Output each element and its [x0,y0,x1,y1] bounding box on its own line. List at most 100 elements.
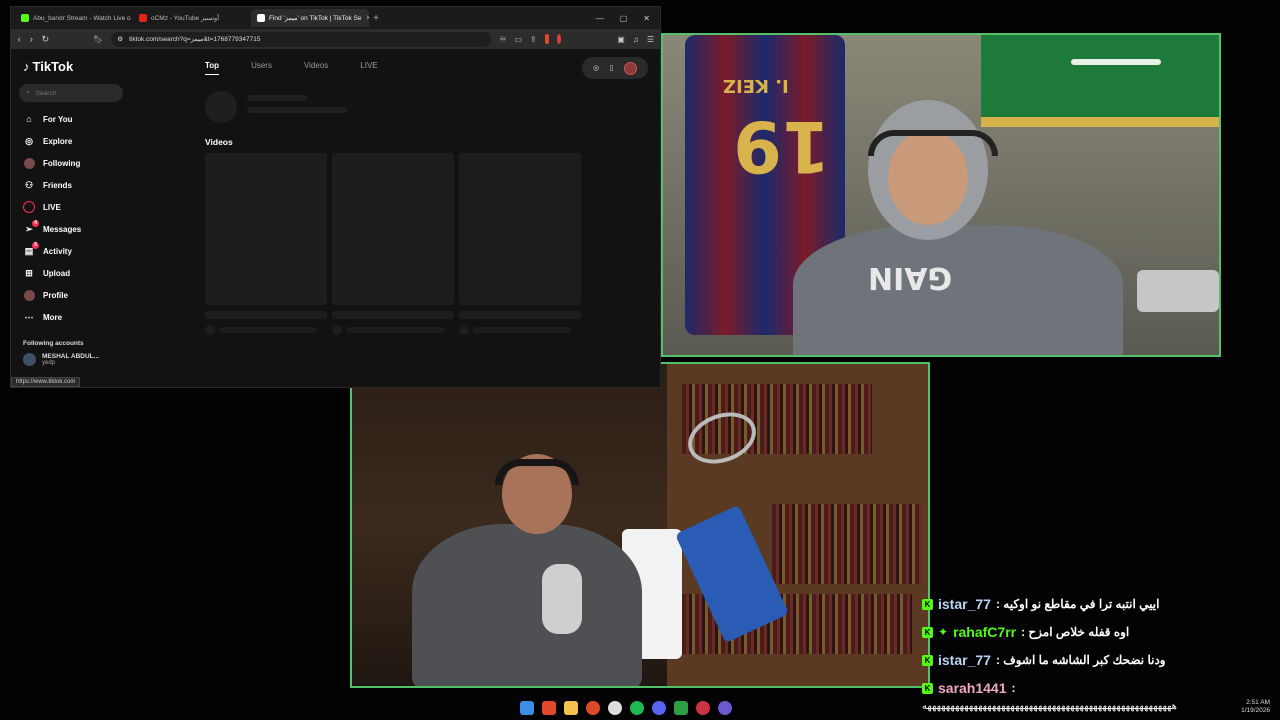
share-icon[interactable]: ⇪ [530,35,537,44]
sidebar-item-live[interactable]: LIVE [23,196,128,218]
person-hoodie [793,225,1123,355]
sidebar-item-more[interactable]: ⋯ More [23,306,128,328]
kick-badge-icon: K [922,654,933,666]
record-icon[interactable] [696,701,710,715]
tab-live[interactable]: LIVE [360,61,377,75]
chat-text: اوه قفله خلاص امزح : [1021,625,1130,639]
tab-users[interactable]: Users [251,61,272,75]
search-box[interactable]: ⌕ [19,84,123,102]
video-card-placeholder[interactable] [205,153,327,335]
sidebar-item-explore[interactable]: ◎ Explore [23,130,128,152]
sidebar-icon[interactable]: ▣ [617,35,625,44]
sidebar-item-activity[interactable]: ▤ 5 Activity [23,240,128,262]
sidebar-item-following[interactable]: Following [23,152,128,174]
sidebar-item-label: Activity [43,246,72,256]
brave-nightly-icon[interactable] [586,701,600,715]
sidebar-item-label: More [43,312,63,322]
chat-overlay: Kistar_77 اييي انتبه ترا في مقاطع نو اوكي… [922,590,1222,702]
brave-icon[interactable] [542,701,556,715]
browser-tab-tiktok[interactable]: Find 'ميمز' on TikTok | TikTok Se ✕ [251,9,369,27]
chat-message: Kistar_77 اييي انتبه ترا في مقاطع نو اوكي… [922,590,1222,618]
messages-icon: ➢ 4 [25,220,39,234]
bookmark-icon[interactable]: 🔖︎ [93,35,103,44]
kick-badge-icon: K [922,626,933,638]
browser-tab-youtube[interactable]: oCMz - YouTube أوتسبز [133,9,251,27]
obs-icon[interactable] [718,701,732,715]
chat-username[interactable]: istar_77 [938,652,991,668]
videos-section-label: Videos [205,137,233,147]
brave-rewards-icon[interactable] [556,34,562,44]
browser-tab-kick[interactable]: Abu_bandr Stream - Watch Live o [15,9,133,27]
chat-message: K ✦ rahafC7rr اوه قفله خلاص امزح : [922,618,1222,646]
youtube-favicon-icon [139,14,147,22]
tab-videos[interactable]: Videos [304,61,328,75]
chat-username[interactable]: istar_77 [938,596,991,612]
sidebar-item-messages[interactable]: ➢ 4 Messages [23,218,128,240]
minimize-icon[interactable]: — [596,14,604,23]
kick-badge-icon: K [922,682,933,694]
settings-icon[interactable] [608,701,622,715]
sidebar-item-profile[interactable]: Profile [23,284,128,306]
extension-icon[interactable]: ♾ [499,35,506,44]
user-result-placeholder [205,91,660,123]
maximize-icon[interactable]: ▢ [620,14,628,23]
chat-text: : [1011,681,1016,695]
avatar [23,353,36,366]
search-input[interactable] [35,89,106,97]
browser-window: Abu_bandr Stream - Watch Live o oCMz - Y… [10,6,661,388]
back-icon[interactable]: ‹ [17,34,21,44]
chat-text: ودنا نضحك كبر الشاشه ما اشوف : [995,653,1166,667]
chat-message: Ksarah1441: [922,674,1222,702]
taskbar [520,698,732,718]
sidebar-item-label: Profile [43,290,68,300]
reload-icon[interactable]: ↻ [42,34,50,45]
sidebar-item-upload[interactable]: ⊞ Upload [23,262,128,284]
tiktok-logo[interactable]: ♪ TikTok [23,59,128,74]
status-url-tooltip: https://www.tiktok.com [11,377,81,387]
discord-icon[interactable] [652,701,666,715]
file-explorer-icon[interactable] [564,701,578,715]
close-window-icon[interactable]: ✕ [643,14,650,23]
spotify-icon[interactable] [630,701,644,715]
tiktok-note-icon: ♪ [23,59,30,74]
compass-icon: ◎ [25,135,33,146]
brave-shield-icon[interactable] [544,34,549,44]
live-icon [23,201,35,213]
video-card-placeholder[interactable] [332,153,454,335]
new-tab-button[interactable]: + [369,13,383,24]
kick-favicon-icon [21,14,29,22]
sidebar-item-friends[interactable]: ⚇ Friends [23,174,128,196]
url-field[interactable]: ⚙ tiktok.com/search?q=ميمز&t=17687793477… [111,31,492,47]
tab-top[interactable]: Top [205,61,220,75]
tiktok-page: ♪ TikTok ⌕ ⌂ For You ◎ Explore Following ⚇ Fri… [11,49,660,387]
app-icon[interactable] [674,701,688,715]
headphones [495,459,579,485]
following-account-item[interactable]: MESHAL ABDUL... yedp [23,353,128,366]
sidebar-item-label: Messages [43,224,82,234]
jersey-number: 19 [733,105,831,187]
following-avatar-icon [23,157,35,169]
chat-username[interactable]: rahafC7rr [953,624,1016,640]
cast-icon[interactable]: ▭ [514,35,522,44]
friends-icon: ⚇ [24,179,34,190]
tiktok-sidebar: ♪ TikTok ⌕ ⌂ For You ◎ Explore Following ⚇ Fri… [11,49,136,387]
webcam-feed-top: I. KEIZ 19 GAIN [661,33,1221,357]
following-accounts-heading: Following accounts [23,340,84,347]
menu-icon[interactable]: ☰ [647,35,654,44]
microphone [542,564,582,634]
sidebar-item-label: Following [43,158,81,168]
tiktok-favicon-icon [257,14,265,22]
media-icon[interactable]: ♫ [633,35,639,44]
sidebar-item-for-you[interactable]: ⌂ For You [23,108,128,130]
device-icon[interactable]: ▯ [610,64,614,72]
video-card-placeholder[interactable] [459,153,581,335]
desktop: I. KEIZ 19 GAIN Abu_bandr Stream - Watch… [0,0,1280,720]
start-icon[interactable] [520,701,534,715]
coins-icon[interactable]: ◎ [593,64,599,72]
chat-username[interactable]: sarah1441 [938,680,1007,696]
headphones [868,130,998,156]
site-info-icon[interactable]: ⚙ [117,35,123,43]
forward-icon[interactable]: › [29,34,33,44]
video-grid [205,153,660,335]
profile-avatar[interactable] [623,61,637,75]
